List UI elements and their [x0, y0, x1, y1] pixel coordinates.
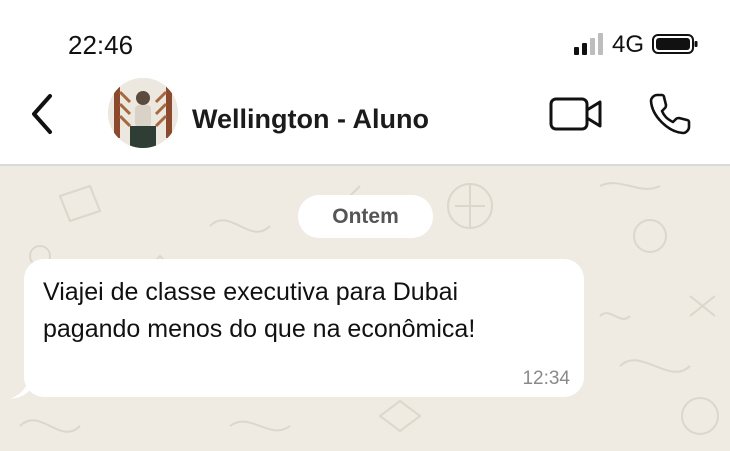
network-type: 4G: [612, 31, 645, 58]
avatar[interactable]: [108, 78, 178, 148]
chat-header: Wellington - Aluno: [0, 78, 730, 166]
battery-icon: [652, 34, 698, 54]
status-time: 22:46: [68, 30, 134, 60]
phone-call-icon[interactable]: [648, 92, 692, 136]
video-call-icon[interactable]: [548, 94, 604, 134]
message-time: 12:34: [522, 368, 570, 389]
contact-name[interactable]: Wellington - Aluno: [192, 104, 429, 135]
status-bar: 22:46 4G: [0, 0, 730, 80]
back-icon[interactable]: [26, 92, 60, 136]
chat-area[interactable]: Ontem Viajei de classe executiva para Du…: [0, 166, 730, 451]
message-text-line-1: Viajei de classe executiva para Dubai: [43, 278, 459, 306]
signal-icon: [574, 33, 603, 55]
message-bubble[interactable]: Viajei de classe executiva para Dubai pa…: [24, 259, 584, 397]
avatar-photo: [108, 78, 178, 148]
message-text-line-2: pagando menos do que na econômica!: [43, 315, 476, 343]
date-separator: Ontem: [298, 195, 433, 238]
